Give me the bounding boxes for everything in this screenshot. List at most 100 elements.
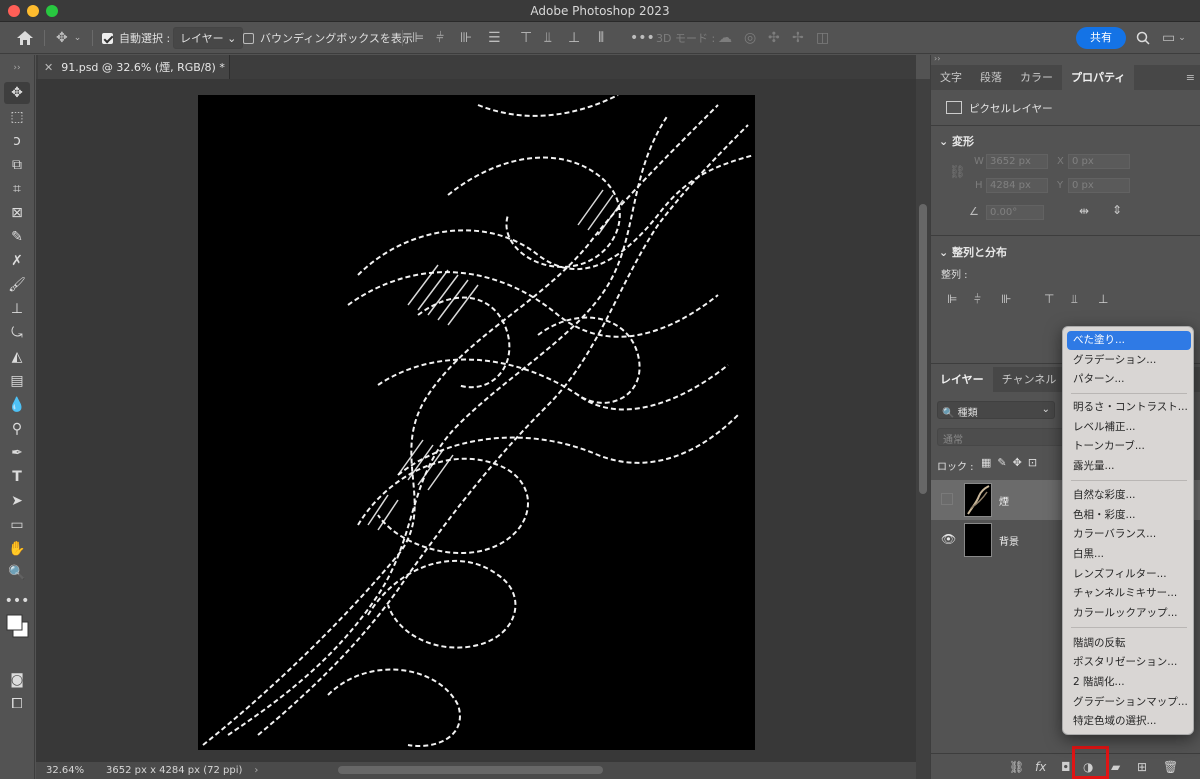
document-canvas[interactable] xyxy=(198,95,755,750)
align-section-title[interactable]: ⌄ 整列と分布 xyxy=(939,244,1007,260)
more-options-icon[interactable]: ••• xyxy=(630,22,655,54)
layer-name[interactable]: 煙 xyxy=(999,493,1009,508)
menu-item-selective-color[interactable]: 特定色域の選択... xyxy=(1067,712,1191,731)
lock-icons[interactable]: ▦✎✥⊡ xyxy=(981,456,1043,469)
collapse-toolbar-icon[interactable]: ›› xyxy=(4,57,30,79)
3d-orbit-icon[interactable]: ☁ xyxy=(718,22,732,54)
status-arrow-icon[interactable]: › xyxy=(254,765,258,776)
close-tab-icon[interactable]: ✕ xyxy=(44,61,53,74)
hand-tool-icon[interactable]: ✋ xyxy=(4,538,30,560)
align-right-edges-icon[interactable]: ⊪ xyxy=(460,22,472,54)
link-icon[interactable]: ⛓ xyxy=(949,165,966,180)
menu-item-curves[interactable]: トーンカーブ... xyxy=(1067,437,1191,456)
edit-toolbar-icon[interactable]: ••• xyxy=(4,590,30,612)
new-layer-icon[interactable]: ⊞ xyxy=(1137,760,1147,774)
align-vertical-centers-icon[interactable]: ⫫ xyxy=(544,22,552,54)
bounding-box-checkbox[interactable]: バウンディングボックスを表示 xyxy=(243,22,413,54)
blend-mode-dropdown[interactable]: 通常 xyxy=(937,428,1067,446)
visibility-toggle[interactable] xyxy=(941,493,953,505)
3d-roll-icon[interactable]: ◎ xyxy=(744,22,756,54)
menu-item-solid-color[interactable]: べた塗り... xyxy=(1067,331,1191,350)
menu-item-gradient-map[interactable]: グラデーションマップ... xyxy=(1067,693,1191,712)
layer-name[interactable]: 背景 xyxy=(999,533,1019,548)
link-layers-icon[interactable]: ⛓ xyxy=(1009,760,1024,774)
menu-item-hue-saturation[interactable]: 色相・彩度... xyxy=(1067,506,1191,525)
menu-item-vibrance[interactable]: 自然な彩度... xyxy=(1067,486,1191,505)
tab-paragraph[interactable]: 段落 xyxy=(971,65,1011,90)
menu-item-invert[interactable]: 階調の反転 xyxy=(1067,634,1191,653)
tab-channels[interactable]: チャンネル xyxy=(993,367,1066,392)
healing-brush-tool-icon[interactable]: ✗ xyxy=(4,250,30,272)
menu-item-threshold[interactable]: 2 階調化... xyxy=(1067,673,1191,692)
x-field[interactable]: 0 px xyxy=(1068,154,1130,169)
menu-item-color-balance[interactable]: カラーバランス... xyxy=(1067,525,1191,544)
menu-item-color-lookup[interactable]: カラールックアップ... xyxy=(1067,604,1191,623)
eye-icon[interactable]: 👁 xyxy=(941,532,956,546)
menu-item-posterize[interactable]: ポスタリゼーション... xyxy=(1067,653,1191,672)
history-brush-tool-icon[interactable]: ⤿ xyxy=(4,322,30,344)
quick-mask-icon[interactable]: ◙ xyxy=(4,669,30,691)
align-bottom-icon[interactable]: ⊥ xyxy=(1098,292,1108,306)
frame-tool-icon[interactable]: ⊠ xyxy=(4,202,30,224)
menu-item-levels[interactable]: レベル補正... xyxy=(1067,418,1191,437)
crop-tool-icon[interactable]: ⌗ xyxy=(4,178,30,200)
dodge-tool-icon[interactable]: ⚲ xyxy=(4,418,30,440)
search-icon[interactable] xyxy=(1136,22,1150,54)
rectangle-tool-icon[interactable]: ▭ xyxy=(4,514,30,536)
tab-properties[interactable]: プロパティ xyxy=(1062,65,1135,90)
horizontal-scroll-thumb[interactable] xyxy=(338,766,603,774)
3d-drag-icon[interactable]: ✣ xyxy=(768,22,780,54)
workspace-icon[interactable]: ▭ ⌄ xyxy=(1162,22,1186,54)
angle-field[interactable]: 0.00° xyxy=(986,205,1044,220)
new-group-icon[interactable]: ▰ xyxy=(1111,760,1120,774)
gradient-tool-icon[interactable]: ▤ xyxy=(4,370,30,392)
add-mask-icon[interactable]: ◘ xyxy=(1061,760,1071,774)
fx-icon[interactable]: fx xyxy=(1035,760,1046,774)
eraser-tool-icon[interactable]: ◭ xyxy=(4,346,30,368)
type-tool-icon[interactable]: T xyxy=(4,466,30,488)
align-bottom-edges-icon[interactable]: ⊥ xyxy=(568,22,580,54)
3d-slide-icon[interactable]: ✢ xyxy=(792,22,804,54)
collapse-panel-icon[interactable]: ›› xyxy=(934,54,940,63)
flip-vertical-icon[interactable]: ⇕ xyxy=(1112,203,1122,217)
align-left-icon[interactable]: ⊫ xyxy=(947,292,957,306)
move-tool-icon[interactable]: ✥ xyxy=(4,82,30,104)
distribute-horizontal-icon[interactable]: ⦀ xyxy=(598,22,604,54)
3d-camera-icon[interactable]: ◫ xyxy=(816,22,829,54)
screen-mode-icon[interactable]: ⧠ xyxy=(4,693,30,715)
zoom-tool-icon[interactable]: 🔍 xyxy=(4,562,30,584)
menu-item-exposure[interactable]: 露光量... xyxy=(1067,457,1191,476)
share-button[interactable]: 共有 xyxy=(1076,27,1126,49)
tab-character[interactable]: 文字 xyxy=(931,65,971,90)
menu-item-pattern[interactable]: パターン... xyxy=(1067,370,1191,389)
panel-menu-icon[interactable]: ≡ xyxy=(1186,65,1195,90)
color-swatches-icon[interactable] xyxy=(4,614,30,638)
tab-layers[interactable]: レイヤー xyxy=(931,367,993,392)
auto-select-dropdown[interactable]: レイヤー ⌄ xyxy=(173,22,244,54)
menu-item-brightness-contrast[interactable]: 明るさ・コントラスト... xyxy=(1067,398,1191,417)
clone-stamp-tool-icon[interactable]: ⊥ xyxy=(4,298,30,320)
path-selection-tool-icon[interactable]: ➤ xyxy=(4,490,30,512)
home-icon[interactable] xyxy=(16,22,34,54)
brush-tool-icon[interactable]: 🖌 xyxy=(4,274,30,296)
menu-item-black-white[interactable]: 白黒... xyxy=(1067,545,1191,564)
vertical-scroll-thumb[interactable] xyxy=(919,204,927,494)
align-right-icon[interactable]: ⊪ xyxy=(1001,292,1011,306)
width-field[interactable]: 3652 px xyxy=(986,154,1048,169)
transform-section-title[interactable]: ⌄ 変形 xyxy=(939,133,974,149)
layer-filter-dropdown[interactable]: 🔍 種類 ⌄ xyxy=(937,401,1055,419)
menu-item-gradient[interactable]: グラデーション... xyxy=(1067,351,1191,370)
move-tool-preset-icon[interactable]: ✥ ⌄ xyxy=(56,22,81,54)
flip-horizontal-icon[interactable]: ⇹ xyxy=(1079,204,1089,218)
align-top-icon[interactable]: ⊤ xyxy=(1044,292,1054,306)
eyedropper-tool-icon[interactable]: ✎ xyxy=(4,226,30,248)
align-top-edges-icon[interactable]: ⊤ xyxy=(520,22,532,54)
distribute-vertical-icon[interactable]: ☰ xyxy=(488,22,501,54)
document-tab[interactable]: ✕ 91.psd @ 32.6% (煙, RGB/8) * xyxy=(38,55,230,79)
menu-item-photo-filter[interactable]: レンズフィルター... xyxy=(1067,565,1191,584)
marquee-tool-icon[interactable]: ⬚ xyxy=(4,106,30,128)
lasso-tool-icon[interactable]: ↄ xyxy=(4,130,30,152)
y-field[interactable]: 0 px xyxy=(1068,178,1130,193)
vertical-scrollbar[interactable] xyxy=(916,79,930,779)
height-field[interactable]: 4284 px xyxy=(986,178,1048,193)
